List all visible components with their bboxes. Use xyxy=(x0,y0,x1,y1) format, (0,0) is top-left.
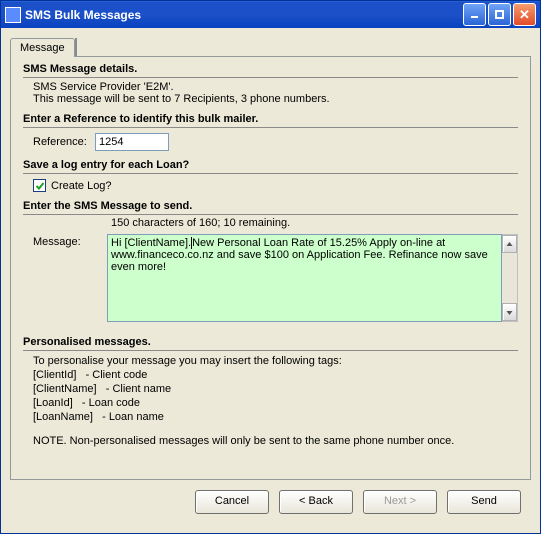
window-title: SMS Bulk Messages xyxy=(25,8,463,22)
checkmark-icon xyxy=(35,181,45,191)
close-icon: ✕ xyxy=(519,7,530,23)
tab-separator xyxy=(75,38,77,56)
chevron-down-icon xyxy=(506,309,513,316)
app-icon xyxy=(5,7,21,23)
cancel-button[interactable]: Cancel xyxy=(195,490,269,514)
scroll-up-button[interactable] xyxy=(502,235,517,253)
tag-loanid: [LoanId] - Loan code xyxy=(33,396,518,410)
message-label: Message: xyxy=(33,234,107,322)
tab-message[interactable]: Message xyxy=(10,38,75,57)
back-button[interactable]: < Back xyxy=(279,490,353,514)
message-scrollbar[interactable] xyxy=(502,234,518,322)
window-sms-bulk: SMS Bulk Messages ✕ Message SMS Message … xyxy=(0,0,541,534)
tag-clientid: [ClientId] - Client code xyxy=(33,368,518,382)
scroll-down-button[interactable] xyxy=(502,303,517,321)
create-log-checkbox[interactable] xyxy=(33,179,46,192)
button-bar: Cancel < Back Next > Send xyxy=(10,480,531,524)
message-text-part1: Hi [ClientName]. xyxy=(111,237,191,249)
tag-clientname: [ClientName] - Client name xyxy=(33,382,518,396)
maximize-button[interactable] xyxy=(488,3,511,26)
provider-text: SMS Service Provider 'E2M'. xyxy=(33,81,518,93)
titlebar[interactable]: SMS Bulk Messages ✕ xyxy=(1,1,540,28)
section-personalised-heading: Personalised messages. xyxy=(23,336,518,351)
send-button[interactable]: Send xyxy=(447,490,521,514)
reference-label: Reference: xyxy=(33,136,95,148)
chevron-up-icon xyxy=(506,241,513,248)
char-count: 150 characters of 160; 10 remaining. xyxy=(111,215,518,229)
message-textarea[interactable]: Hi [ClientName].New Personal Loan Rate o… xyxy=(107,234,502,322)
close-button[interactable]: ✕ xyxy=(513,3,536,26)
section-message-heading: Enter the SMS Message to send. xyxy=(23,200,518,215)
section-log-heading: Save a log entry for each Loan? xyxy=(23,159,518,174)
section-details-heading: SMS Message details. xyxy=(23,63,518,78)
next-button: Next > xyxy=(363,490,437,514)
personalised-intro: To personalise your message you may inse… xyxy=(33,354,518,368)
create-log-label: Create Log? xyxy=(51,180,112,192)
maximize-icon xyxy=(494,9,505,20)
section-reference-heading: Enter a Reference to identify this bulk … xyxy=(23,113,518,128)
tab-panel: SMS Message details. SMS Service Provide… xyxy=(10,56,531,480)
personalised-note: NOTE. Non-personalised messages will onl… xyxy=(33,434,518,448)
minimize-icon xyxy=(469,9,480,20)
minimize-button[interactable] xyxy=(463,3,486,26)
recipients-text: This message will be sent to 7 Recipient… xyxy=(33,93,518,105)
tag-loanname: [LoanName] - Loan name xyxy=(33,410,518,424)
reference-input[interactable] xyxy=(95,133,169,151)
